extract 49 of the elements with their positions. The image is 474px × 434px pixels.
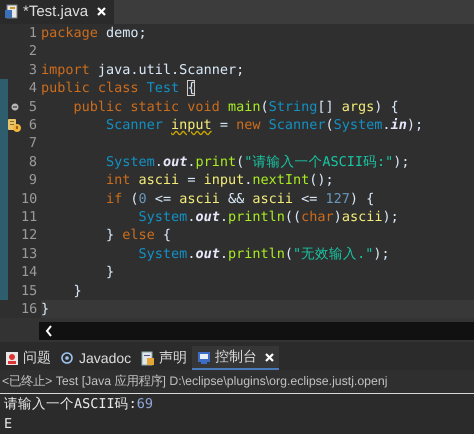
output-text: E — [4, 416, 12, 432]
line-number: 9 — [28, 172, 37, 188]
output-text: 请输入一个ASCII码: — [4, 396, 137, 412]
java-file-icon — [5, 4, 18, 20]
scroll-left-icon — [45, 325, 53, 338]
line-number: 3 — [28, 62, 37, 78]
code-line: public static void main(String[] args) { — [72, 98, 399, 115]
code-line: import java.util.Scanner; — [41, 62, 244, 78]
close-icon — [97, 7, 106, 16]
code-line: } else { — [105, 227, 172, 244]
typed-input-text: 69 — [136, 396, 154, 412]
code-line: } — [41, 300, 50, 317]
line-number: 10 — [21, 190, 37, 207]
line-number: 6 — [28, 117, 37, 133]
code-line: } — [105, 264, 114, 280]
at-sign-icon — [61, 350, 75, 366]
line-number: 5 — [28, 98, 37, 115]
code-line: if (0 <= ascii && ascii <= 127) { — [105, 190, 374, 207]
line-number: 7 — [28, 135, 37, 152]
close-icon — [265, 352, 274, 362]
code-line: System.out.println("无效输入."); — [138, 244, 390, 263]
code-line: int ascii = input.nextInt(); — [105, 172, 334, 188]
line-number: 11 — [21, 208, 37, 225]
code-line: System.out.print("请输入一个ASCII码:"); — [105, 152, 410, 171]
declaration-icon — [141, 350, 156, 366]
panel-tab[interactable]: 问题 — [0, 346, 56, 370]
code-line: package demo; — [41, 25, 147, 42]
console-icon — [197, 350, 212, 365]
editor-tab[interactable]: *Test.java — [0, 0, 114, 24]
code-line: Scanner input = new Scanner(System.in); — [105, 117, 424, 133]
code-line: System.out.println((char)ascii); — [138, 208, 399, 225]
line-number: 12 — [21, 227, 37, 244]
line-number: 4 — [28, 80, 37, 96]
line-number: 14 — [21, 264, 37, 280]
line-number: 16 — [21, 300, 37, 317]
line-number: 2 — [28, 43, 37, 60]
panel-tab[interactable]: 控制台 — [192, 346, 280, 370]
panel-tab[interactable]: Javadoc — [56, 346, 136, 370]
console-header: <已终止> Test [Java 应用程序] D:\eclipse\plugins\org.eclipse.justj.openj — [0, 370, 474, 394]
collapse-icon — [10, 102, 18, 111]
panel-tab[interactable]: 声明 — [136, 346, 192, 370]
problems-icon — [5, 350, 19, 366]
line-number: 1 — [28, 25, 37, 42]
line-number: 15 — [21, 282, 37, 299]
warning-icon — [8, 118, 21, 132]
line-number: 13 — [21, 246, 37, 262]
code-line: public class Test { — [41, 80, 196, 96]
line-number: 8 — [28, 154, 37, 170]
code-line: } — [72, 282, 82, 299]
